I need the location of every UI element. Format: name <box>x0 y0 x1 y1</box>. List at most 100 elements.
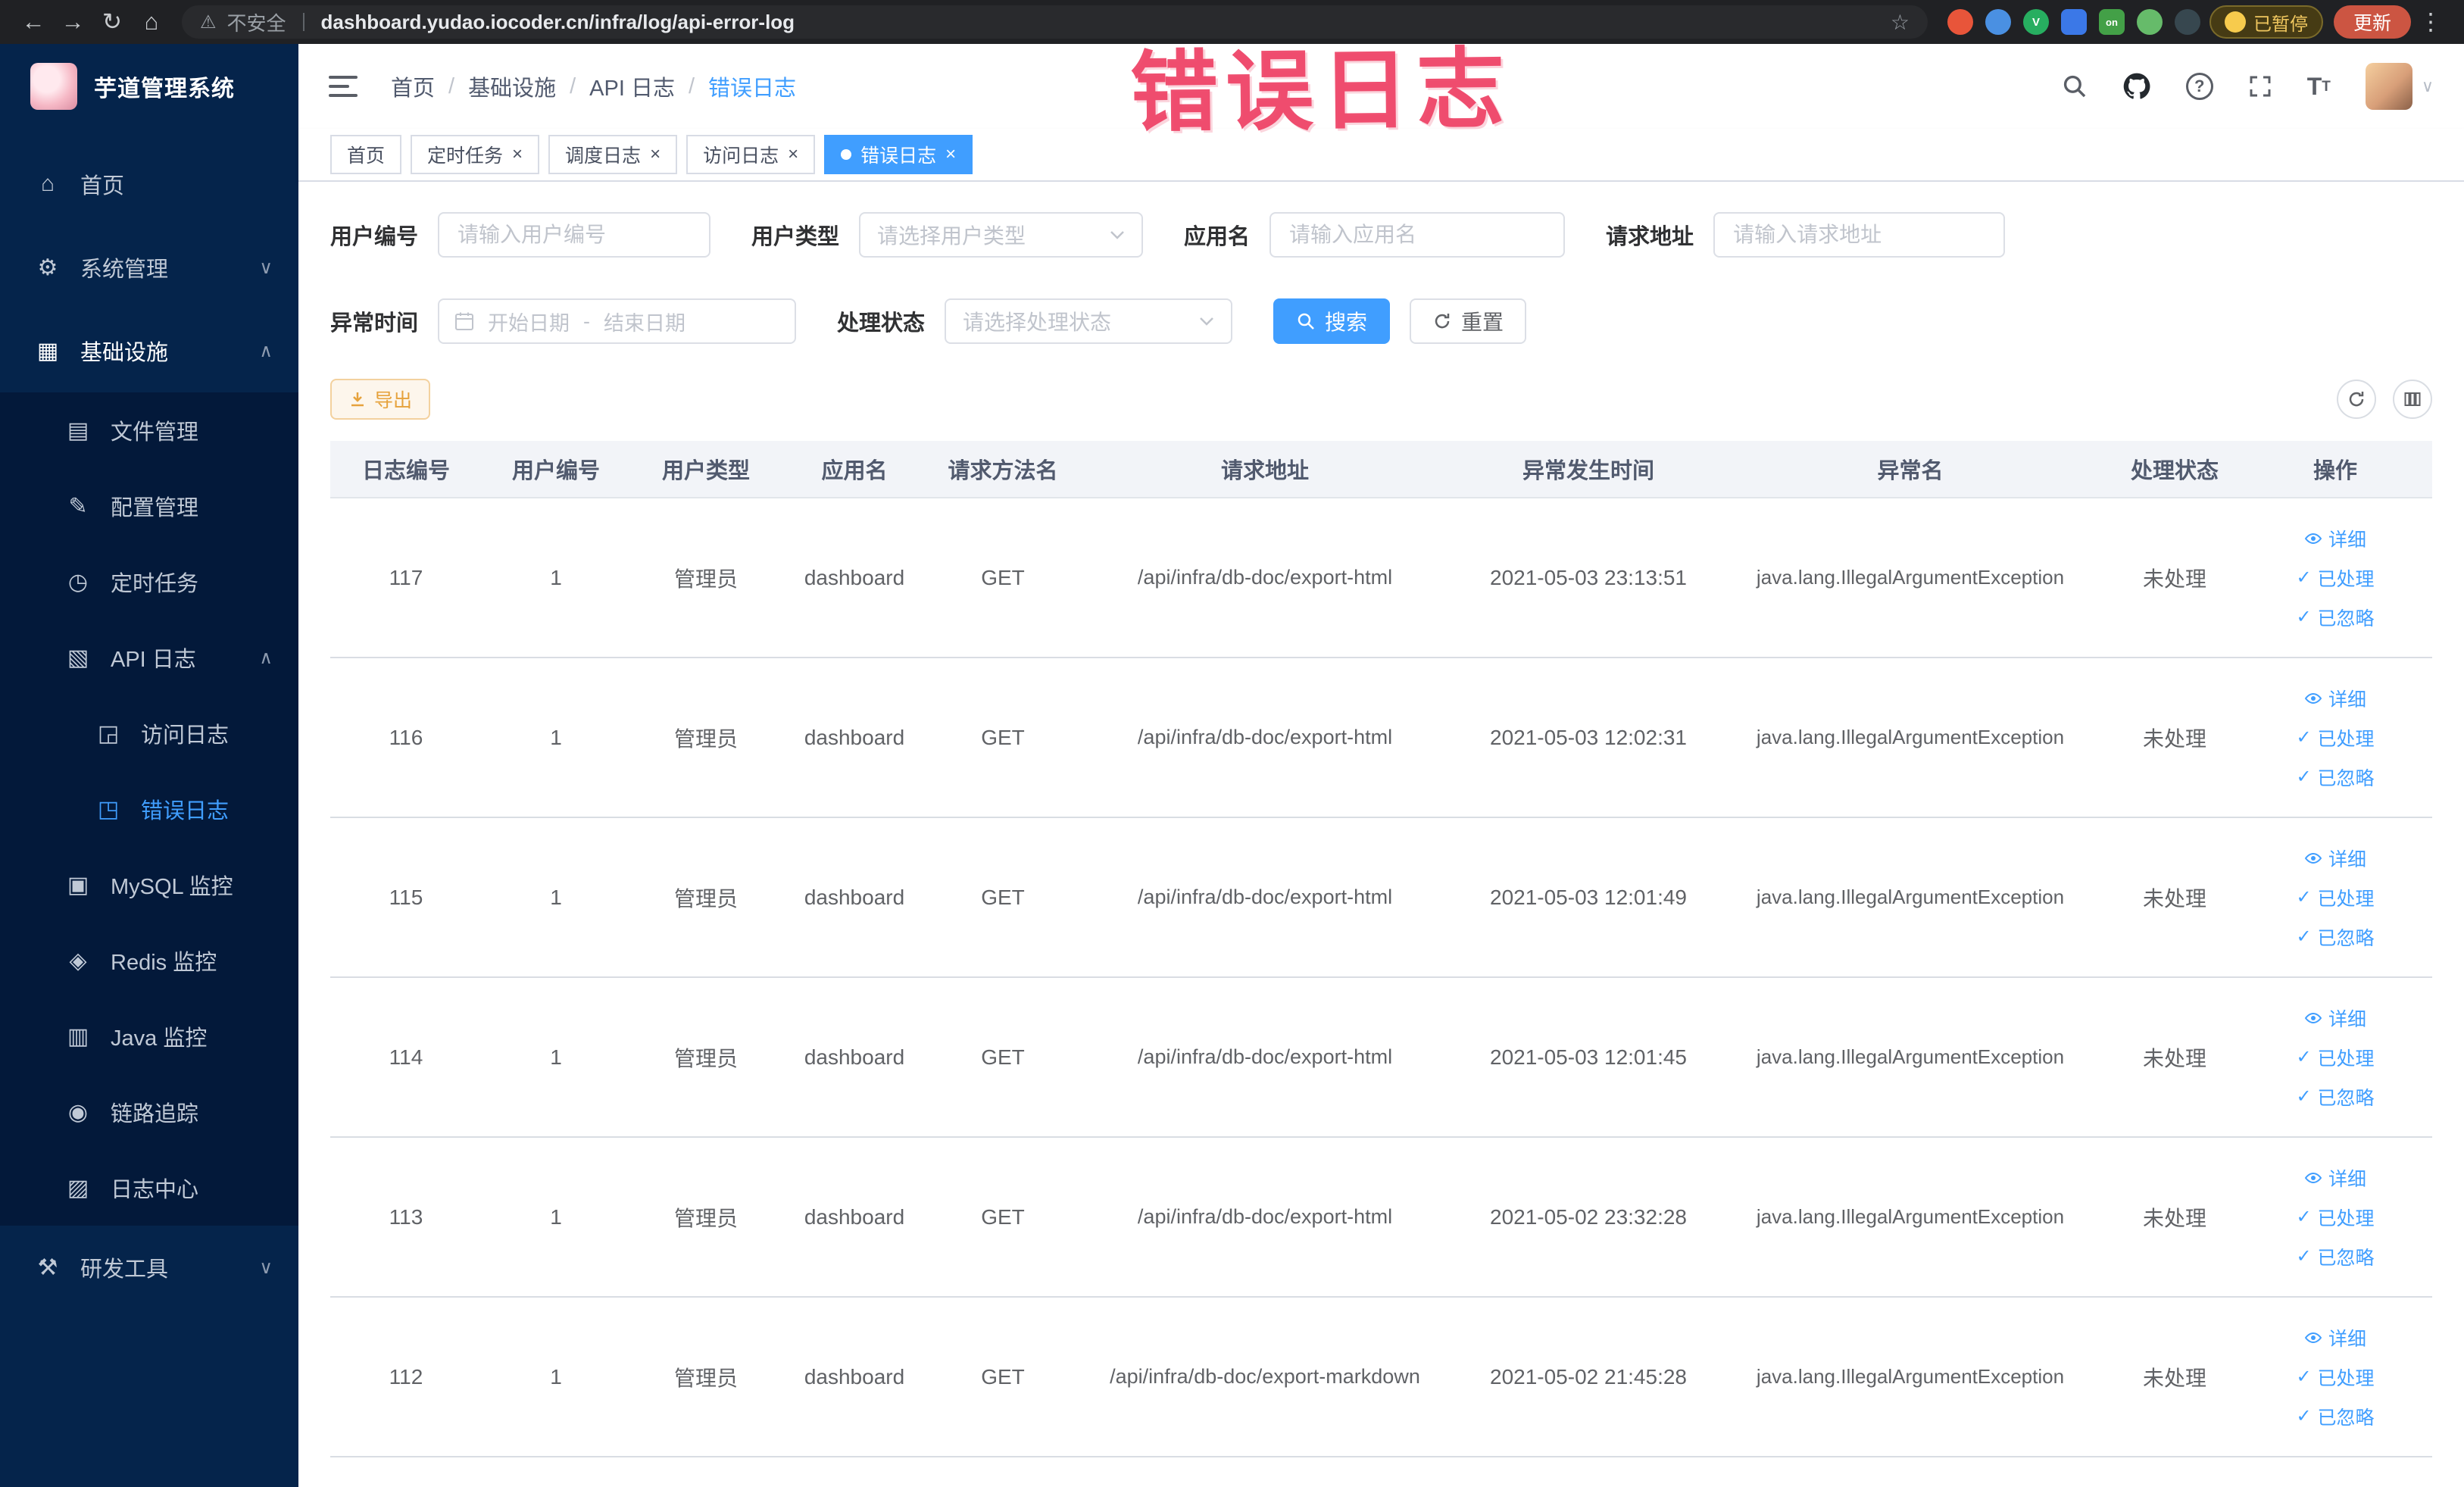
detail-link[interactable]: 详细 <box>2304 685 2366 712</box>
detail-link[interactable]: 详细 <box>2304 1004 2366 1032</box>
sidebar-item-dev-tools[interactable]: ⚒ 研发工具 ∨ <box>0 1226 298 1309</box>
cell-status: 未处理 <box>2142 567 2206 591</box>
sidebar-item-config-management[interactable]: ✎ 配置管理 <box>0 468 298 544</box>
process-status-select[interactable]: 请选择处理状态 <box>945 298 1233 344</box>
user-type-select[interactable]: 请选择用户类型 <box>859 212 1144 258</box>
processed-link[interactable]: ✓ 已处理 <box>2296 564 2374 592</box>
cell-app-name: dashboard <box>804 725 905 749</box>
ignored-label: 已忽略 <box>2317 1087 2375 1109</box>
breadcrumb-item[interactable]: 首页 <box>391 70 435 102</box>
ignored-link[interactable]: ✓ 已忽略 <box>2296 764 2374 791</box>
back-button[interactable]: ← <box>14 8 53 36</box>
tab-access-log[interactable]: 访问日志 × <box>686 135 816 174</box>
detail-link[interactable]: 详细 <box>2304 1324 2366 1351</box>
ignored-link[interactable]: ✓ 已忽略 <box>2296 1243 2374 1270</box>
reload-button[interactable]: ↻ <box>92 8 132 36</box>
check-icon: ✓ <box>2296 1246 2312 1267</box>
ignored-label: 已忽略 <box>2317 927 2375 949</box>
processed-link[interactable]: ✓ 已处理 <box>2296 724 2374 751</box>
tab-home[interactable]: 首页 <box>330 135 402 174</box>
tab-scheduled-jobs[interactable]: 定时任务 × <box>411 135 540 174</box>
extension-icon-5[interactable]: on <box>2098 9 2125 35</box>
refresh-button[interactable] <box>2337 380 2376 419</box>
sidebar-item-home[interactable]: ⌂ 首页 <box>0 142 298 226</box>
sidebar-item-system-management[interactable]: ⚙ 系统管理 ∨ <box>0 226 298 309</box>
search-icon[interactable] <box>2062 73 2088 99</box>
ignored-link[interactable]: ✓ 已忽略 <box>2296 1083 2374 1111</box>
column-visibility-button[interactable] <box>2393 380 2432 419</box>
sidebar-item-access-log[interactable]: ◲ 访问日志 <box>0 695 298 771</box>
chevron-down-icon: ∨ <box>259 1257 273 1278</box>
sidebar-item-file-management[interactable]: ▤ 文件管理 <box>0 392 298 468</box>
sidebar-item-java-monitor[interactable]: ▥ Java 监控 <box>0 998 298 1074</box>
chrome-menu-icon[interactable]: ⋮ <box>2411 8 2450 36</box>
close-icon[interactable]: × <box>512 144 523 165</box>
ignored-link[interactable]: ✓ 已忽略 <box>2296 1403 2374 1430</box>
sidebar-item-scheduled-jobs[interactable]: ◷ 定时任务 <box>0 544 298 620</box>
avatar-image <box>2365 63 2412 110</box>
export-button[interactable]: 导出 <box>330 379 431 420</box>
sidebar-item-trace[interactable]: ◉ 链路追踪 <box>0 1074 298 1150</box>
sidebar-item-redis-monitor[interactable]: ◈ Redis 监控 <box>0 923 298 998</box>
sidebar-collapse-button[interactable] <box>329 76 358 97</box>
app-logo[interactable]: 芋道管理系统 <box>0 44 298 129</box>
url-text: dashboard.yudao.iocoder.cn/infra/log/api… <box>320 10 795 33</box>
close-icon[interactable]: × <box>650 144 661 165</box>
tab-error-log[interactable]: 错误日志 × <box>824 135 973 174</box>
sidebar-item-api-logs[interactable]: ▧ API 日志 ∧ <box>0 620 298 695</box>
processed-link[interactable]: ✓ 已处理 <box>2296 884 2374 911</box>
cell-app-name: dashboard <box>804 1204 905 1229</box>
sidebar-item-error-log[interactable]: ◳ 错误日志 <box>0 771 298 847</box>
detail-link[interactable]: 详细 <box>2304 845 2366 872</box>
bookmark-star-icon[interactable]: ☆ <box>1891 10 1910 35</box>
processed-label: 已处理 <box>2317 1207 2375 1229</box>
sidebar-item-log-center[interactable]: ▨ 日志中心 <box>0 1150 298 1226</box>
ignored-link[interactable]: ✓ 已忽略 <box>2296 604 2374 631</box>
fullscreen-icon[interactable] <box>2248 74 2272 98</box>
breadcrumb-item[interactable]: 基础设施 <box>468 70 556 102</box>
request-url-input[interactable] <box>1713 212 2006 258</box>
detail-link[interactable]: 详细 <box>2304 525 2366 552</box>
cell-log-id: 116 <box>389 725 423 749</box>
check-icon: ✓ <box>2296 1367 2312 1387</box>
tab-schedule-log[interactable]: 调度日志 × <box>548 135 678 174</box>
user-type-label: 用户类型 <box>751 225 840 249</box>
github-icon[interactable] <box>2122 72 2151 101</box>
font-size-icon[interactable]: TT <box>2307 74 2331 98</box>
forward-button[interactable]: → <box>53 8 92 36</box>
detail-link[interactable]: 详细 <box>2304 1164 2366 1192</box>
cell-exception-name: java.lang.IllegalArgumentException <box>1756 886 2065 908</box>
help-icon[interactable]: ? <box>2185 73 2213 100</box>
log-center-icon: ▨ <box>67 1175 89 1201</box>
sidebar-item-mysql-monitor[interactable]: ▣ MySQL 监控 <box>0 847 298 923</box>
address-bar[interactable]: ⚠ 不安全 dashboard.yudao.iocoder.cn/infra/l… <box>182 5 1928 39</box>
extension-icon-4[interactable] <box>2060 9 2087 35</box>
search-button[interactable]: 搜索 <box>1273 298 1391 344</box>
app-name-input[interactable] <box>1269 212 1566 258</box>
home-button[interactable]: ⌂ <box>132 8 171 36</box>
cell-request-url: /api/infra/db-doc/export-markdown <box>1110 1365 1420 1388</box>
user-id-input[interactable] <box>438 212 711 258</box>
close-icon[interactable]: × <box>788 144 798 165</box>
processed-link[interactable]: ✓ 已处理 <box>2296 1204 2374 1231</box>
paused-badge[interactable]: 已暂停 <box>2209 5 2323 39</box>
extension-icon-3[interactable]: V <box>2022 9 2049 35</box>
breadcrumb-item[interactable]: API 日志 <box>589 70 675 102</box>
extension-icon-2[interactable] <box>1985 9 2011 35</box>
col-user-id: 用户编号 <box>511 459 600 483</box>
extension-icon-7[interactable] <box>2174 9 2200 35</box>
extension-icon-1[interactable] <box>1947 9 1973 35</box>
col-app-name: 应用名 <box>821 459 888 483</box>
ignored-link[interactable]: ✓ 已忽略 <box>2296 923 2374 951</box>
processed-link[interactable]: ✓ 已处理 <box>2296 1044 2374 1071</box>
processed-link[interactable]: ✓ 已处理 <box>2296 1364 2374 1391</box>
eye-icon <box>2304 1332 2322 1343</box>
reset-button[interactable]: 重置 <box>1410 298 1527 344</box>
chrome-update-button[interactable]: 更新 <box>2333 5 2411 39</box>
close-icon[interactable]: × <box>945 144 956 165</box>
user-avatar[interactable]: ∨ <box>2365 63 2434 110</box>
exception-time-range-picker[interactable]: 开始日期 - 结束日期 <box>438 298 797 344</box>
extension-icon-6[interactable] <box>2136 9 2163 35</box>
check-icon: ✓ <box>2296 1086 2312 1107</box>
sidebar-item-infrastructure[interactable]: ▦ 基础设施 ∧ <box>0 309 298 392</box>
